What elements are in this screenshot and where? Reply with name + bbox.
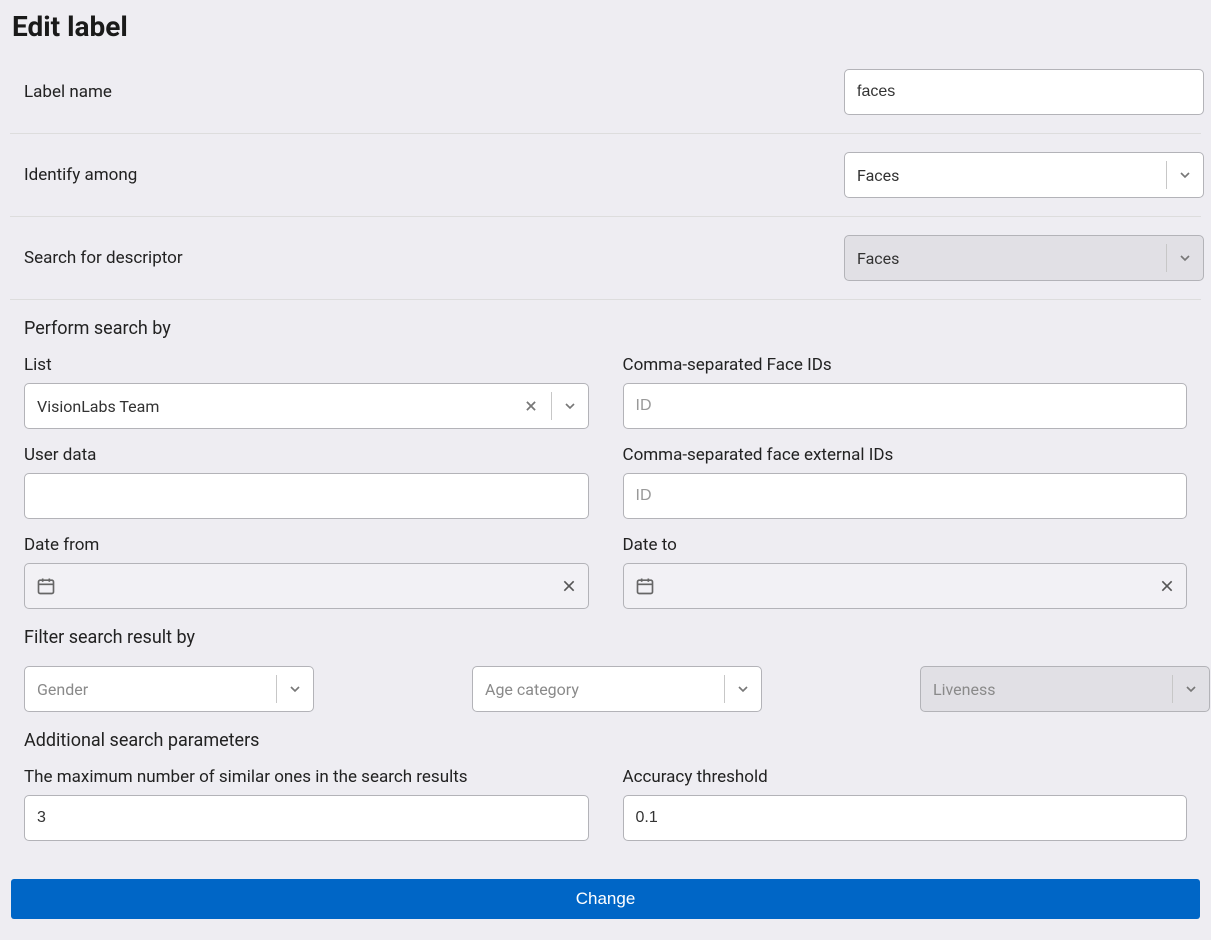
user-data-input[interactable] xyxy=(24,473,589,519)
accuracy-label: Accuracy threshold xyxy=(623,767,1188,787)
max-similar-input[interactable] xyxy=(24,795,589,841)
gender-select[interactable]: Gender xyxy=(24,666,314,712)
search-descriptor-label: Search for descriptor xyxy=(24,248,844,268)
filter-heading: Filter search result by xyxy=(10,617,1201,654)
list-value: VisionLabs Team xyxy=(37,397,544,416)
liveness-select[interactable]: Liveness xyxy=(920,666,1210,712)
face-ids-label: Comma-separated Face IDs xyxy=(623,355,1188,375)
list-label: List xyxy=(24,355,589,375)
external-ids-label: Comma-separated face external IDs xyxy=(623,445,1188,465)
chevron-down-icon xyxy=(562,398,578,414)
calendar-icon xyxy=(36,576,56,596)
clear-icon[interactable] xyxy=(561,578,577,594)
max-similar-label: The maximum number of similar ones in th… xyxy=(24,767,589,787)
search-descriptor-select[interactable]: Faces xyxy=(844,235,1204,281)
identify-among-value: Faces xyxy=(857,166,1159,185)
age-category-select[interactable]: Age category xyxy=(472,666,762,712)
clear-icon[interactable] xyxy=(524,399,538,413)
date-to-input[interactable] xyxy=(623,563,1188,609)
date-from-input[interactable] xyxy=(24,563,589,609)
chevron-down-icon xyxy=(1183,681,1199,697)
additional-heading: Additional search parameters xyxy=(10,720,1201,757)
label-name-label: Label name xyxy=(24,82,844,102)
perform-search-heading: Perform search by xyxy=(10,299,1201,345)
external-ids-input[interactable] xyxy=(623,473,1188,519)
user-data-label: User data xyxy=(24,445,589,465)
page-title: Edit label xyxy=(12,10,1201,43)
calendar-icon xyxy=(635,576,655,596)
clear-icon[interactable] xyxy=(1159,578,1175,594)
chevron-down-icon xyxy=(1177,250,1193,266)
chevron-down-icon xyxy=(1177,167,1193,183)
date-to-label: Date to xyxy=(623,535,1188,555)
change-button[interactable]: Change xyxy=(11,879,1200,919)
date-from-label: Date from xyxy=(24,535,589,555)
select-divider xyxy=(1166,161,1167,189)
identify-among-label: Identify among xyxy=(24,165,844,185)
chevron-down-icon xyxy=(735,681,751,697)
age-category-placeholder: Age category xyxy=(485,680,717,699)
select-divider xyxy=(551,392,552,420)
gender-placeholder: Gender xyxy=(37,680,269,699)
chevron-down-icon xyxy=(287,681,303,697)
face-ids-input[interactable] xyxy=(623,383,1188,429)
label-name-input[interactable] xyxy=(844,69,1204,115)
liveness-placeholder: Liveness xyxy=(933,680,1165,699)
list-select[interactable]: VisionLabs Team xyxy=(24,383,589,429)
accuracy-threshold-input[interactable] xyxy=(623,795,1188,841)
identify-among-select[interactable]: Faces xyxy=(844,152,1204,198)
select-divider xyxy=(1166,244,1167,272)
search-descriptor-value: Faces xyxy=(857,249,1159,268)
select-divider xyxy=(724,675,725,703)
select-divider xyxy=(1172,675,1173,703)
select-divider xyxy=(276,675,277,703)
